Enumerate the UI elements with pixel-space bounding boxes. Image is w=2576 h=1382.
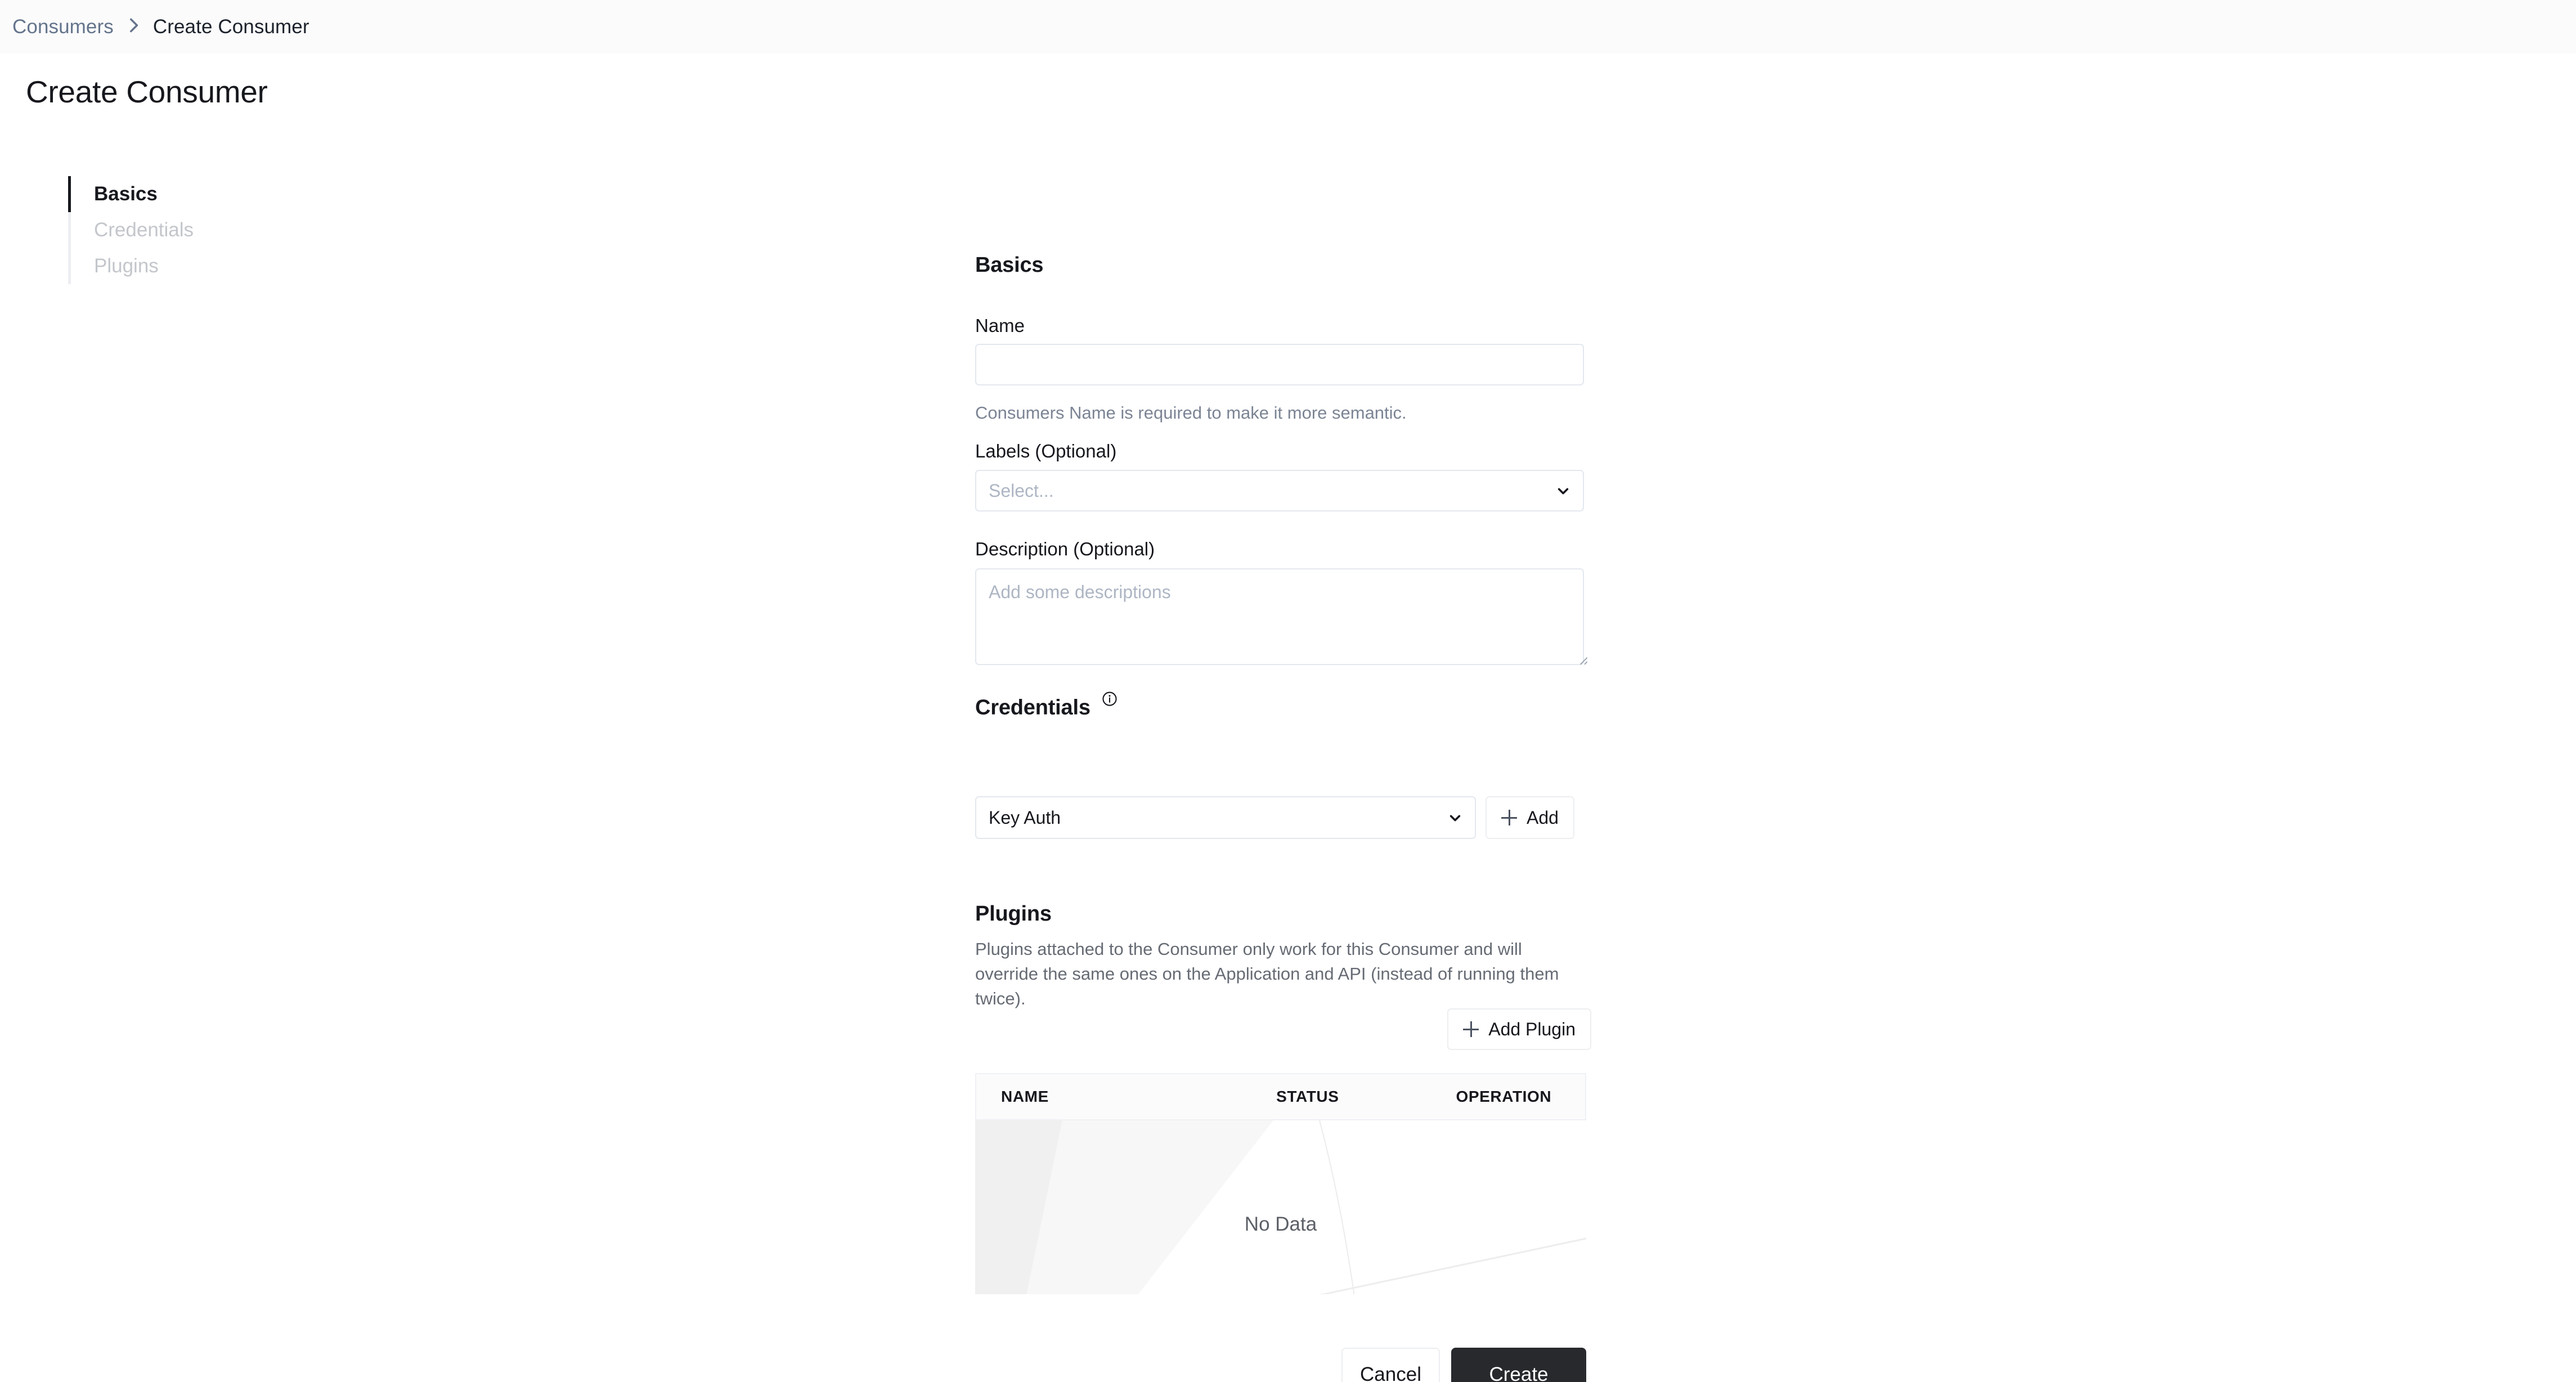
plugins-table: NAME STATUS OPERATION No Data <box>975 1073 1586 1294</box>
credential-type-select[interactable]: Key Auth <box>975 796 1476 839</box>
name-input[interactable] <box>975 344 1584 385</box>
basics-section-title: Basics <box>975 253 1044 277</box>
plugins-table-header-row: NAME STATUS OPERATION <box>975 1073 1586 1120</box>
name-help-text: Consumers Name is required to make it mo… <box>975 403 1407 423</box>
description-textarea-wrap <box>975 568 1591 668</box>
credentials-row-wrap: Key Auth Add <box>975 796 1591 839</box>
step-rail-credentials <box>68 212 71 248</box>
labels-select[interactable]: Select... <box>975 470 1584 511</box>
breadcrumb-link-consumers[interactable]: Consumers <box>12 16 114 38</box>
plugins-description-wrap: Plugins attached to the Consumer only wo… <box>975 937 1577 1011</box>
plugins-description: Plugins attached to the Consumer only wo… <box>975 939 1559 1009</box>
plugins-table-body: No Data <box>975 1120 1586 1294</box>
page-title: Create Consumer <box>26 74 268 109</box>
plus-icon <box>1463 1021 1479 1037</box>
breadcrumb-current-create-consumer: Create Consumer <box>152 15 309 38</box>
column-header-operation: OPERATION <box>1456 1088 1552 1105</box>
add-plugin-button[interactable]: Add Plugin <box>1447 1008 1591 1050</box>
sidebar-item-plugins[interactable]: Plugins <box>68 248 304 284</box>
add-credential-button[interactable]: Add <box>1486 796 1574 839</box>
description-field-label: Description (Optional) <box>975 539 1155 559</box>
step-navigation: Basics Credentials Plugins <box>68 176 304 284</box>
breadcrumb: Consumers Create Consumer <box>0 0 2576 53</box>
info-circle-icon[interactable] <box>1102 688 1118 706</box>
empty-state-text: No Data <box>1244 1213 1317 1235</box>
add-credential-button-label: Add <box>1527 807 1559 828</box>
add-plugin-button-label: Add Plugin <box>1488 1018 1576 1039</box>
plugins-section-heading-wrap: Plugins <box>975 902 1591 926</box>
description-field-group: Description (Optional) <box>975 539 1591 560</box>
step-label-plugins: Plugins <box>94 255 159 277</box>
description-textarea[interactable] <box>975 568 1584 665</box>
sidebar-item-credentials[interactable]: Credentials <box>68 212 304 248</box>
plus-icon <box>1501 810 1517 825</box>
name-field-group: Name <box>975 315 1591 336</box>
name-field-label: Name <box>975 315 1025 336</box>
credentials-section-title: Credentials <box>975 688 1591 720</box>
plugins-section-title: Plugins <box>975 902 1052 926</box>
basics-section-heading-wrap: Basics <box>975 253 1591 277</box>
step-rail-plugins <box>68 248 71 284</box>
chevron-down-icon <box>1448 810 1462 825</box>
create-button[interactable]: Create <box>1451 1348 1586 1382</box>
cancel-button[interactable]: Cancel <box>1341 1348 1440 1382</box>
credentials-section-heading-wrap: Credentials <box>975 688 1591 720</box>
credential-type-row: Key Auth Add <box>975 796 1591 839</box>
labels-select-wrap: Select... <box>975 470 1591 511</box>
step-label-credentials: Credentials <box>94 219 194 241</box>
page-card: Create Consumer Basics Credentials Plugi… <box>5 53 2547 1382</box>
labels-select-value: Select... <box>989 480 1054 501</box>
credential-type-value: Key Auth <box>989 807 1061 828</box>
column-header-status: STATUS <box>1276 1088 1339 1105</box>
sidebar-item-basics[interactable]: Basics <box>68 176 304 212</box>
empty-state-decoration <box>975 1120 1586 1294</box>
name-help-wrap: Consumers Name is required to make it mo… <box>975 401 1591 425</box>
labels-field-label: Labels (Optional) <box>975 441 1117 461</box>
step-label-basics: Basics <box>94 183 158 205</box>
chevron-down-icon <box>1556 483 1570 498</box>
name-input-wrap <box>975 344 1591 385</box>
step-rail-basics <box>68 176 71 212</box>
add-plugin-button-wrap: Add Plugin <box>975 1008 1591 1050</box>
labels-field-group: Labels (Optional) <box>975 441 1591 462</box>
chevron-right-icon <box>127 17 140 37</box>
form-actions: Cancel Create <box>975 1348 1586 1382</box>
column-header-name: NAME <box>1001 1088 1049 1105</box>
credentials-section-title-text: Credentials <box>975 696 1090 720</box>
